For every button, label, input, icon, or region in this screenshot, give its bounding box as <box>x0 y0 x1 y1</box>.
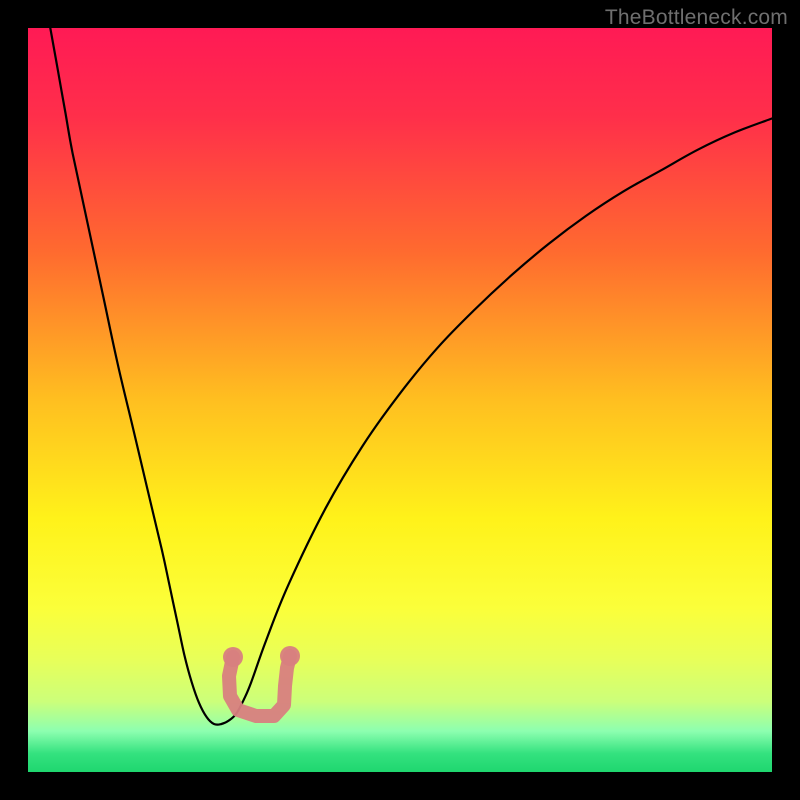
chart-frame: TheBottleneck.com <box>0 0 800 800</box>
curve-layer <box>28 28 772 772</box>
bottleneck-curve <box>50 28 772 725</box>
watermark-text: TheBottleneck.com <box>605 6 788 30</box>
marker-overlay <box>223 646 300 716</box>
plot-area <box>28 28 772 772</box>
